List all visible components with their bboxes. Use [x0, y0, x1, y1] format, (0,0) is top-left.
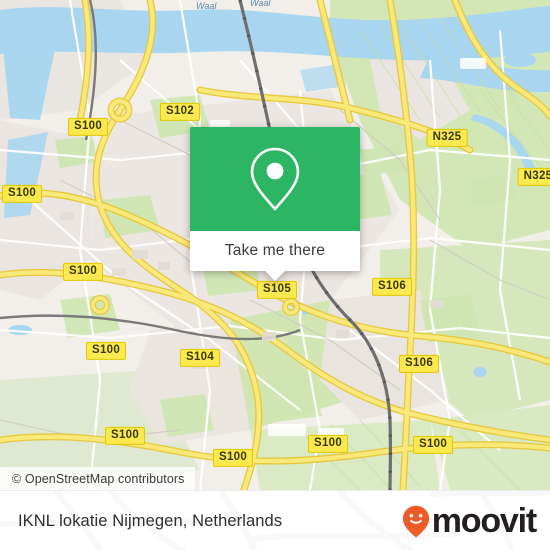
- road-shield: N325: [517, 167, 550, 187]
- road-shield: S100: [85, 341, 127, 361]
- map-attribution[interactable]: © OpenStreetMap contributors: [0, 467, 195, 490]
- page-title: IKNL lokatie Nijmegen, Netherlands: [18, 511, 283, 530]
- svg-text:Waal: Waal: [250, 0, 271, 8]
- map-pin-icon: [248, 146, 302, 212]
- road-shield: S102: [159, 102, 201, 122]
- popup-image-area: [190, 127, 360, 231]
- take-me-there-button[interactable]: Take me there: [190, 231, 360, 281]
- water-label: Waal: [196, 1, 217, 11]
- road-shield: N325: [426, 128, 468, 148]
- location-popup-card[interactable]: Take me there: [190, 127, 360, 281]
- moovit-wordmark: moovit: [431, 502, 537, 540]
- road-shield: S100: [307, 434, 349, 454]
- road-shield: S100: [1, 184, 43, 204]
- popup-pointer-tail: [264, 270, 286, 281]
- road-shield: S105: [256, 280, 298, 300]
- road-shield: S100: [104, 426, 146, 446]
- road-shield: S106: [398, 354, 440, 374]
- road-shield: S100: [212, 448, 254, 468]
- road-shield: S106: [371, 277, 413, 297]
- moovit-logo[interactable]: moovit: [402, 502, 537, 540]
- screenshot-root: Waal Waal S100 S102 N325 N325 S100 S100 S105 S1…: [0, 0, 550, 550]
- road-shield: S100: [62, 262, 104, 282]
- road-shield: S100: [67, 117, 109, 137]
- attribution-text: © OpenStreetMap contributors: [12, 471, 185, 486]
- footer-bar: IKNL lokatie Nijmegen, Netherlands moovi…: [0, 490, 550, 550]
- take-me-there-label: Take me there: [224, 242, 326, 259]
- moovit-pin-smiley-icon: [402, 505, 430, 538]
- road-shield: S104: [179, 348, 221, 368]
- road-shield: S100: [412, 435, 454, 455]
